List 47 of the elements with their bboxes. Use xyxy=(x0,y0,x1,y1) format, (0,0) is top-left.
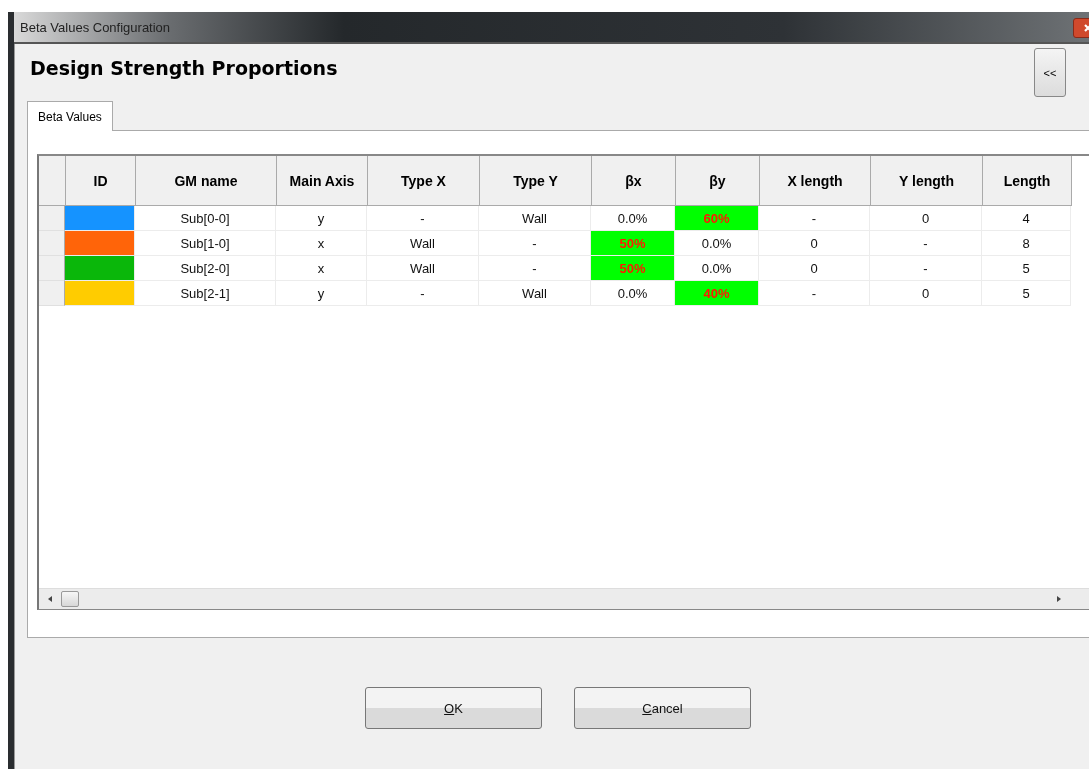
table-cell: Sub[0-0] xyxy=(135,206,276,231)
table-cell: - xyxy=(870,231,982,256)
dialog-heading: Design Strength Proportions xyxy=(30,57,339,79)
table-cell: Wall xyxy=(367,256,479,281)
column-header[interactable]: Length xyxy=(983,156,1072,206)
column-header[interactable]: ID xyxy=(66,156,136,206)
column-header[interactable]: Type Y xyxy=(480,156,592,206)
column-header[interactable]: GM name xyxy=(136,156,277,206)
column-header[interactable]: βy xyxy=(676,156,760,206)
table-cell: x xyxy=(276,256,367,281)
table-cell: - xyxy=(367,281,479,306)
table-cell: 5 xyxy=(982,281,1071,306)
column-header[interactable]: X length xyxy=(760,156,871,206)
column-header[interactable]: βx xyxy=(592,156,676,206)
table-cell: - xyxy=(759,206,870,231)
table-cell: - xyxy=(870,256,982,281)
table-cell: 5 xyxy=(982,256,1071,281)
table-cell: Wall xyxy=(367,231,479,256)
table-cell: 0 xyxy=(870,206,982,231)
table-cell: Wall xyxy=(479,206,591,231)
dialog-button[interactable]: OK xyxy=(365,687,542,729)
table-cell: 50% xyxy=(591,256,675,281)
table-cell: y xyxy=(276,206,367,231)
column-header[interactable]: Type X xyxy=(368,156,480,206)
table-cell: 0 xyxy=(759,231,870,256)
table-cell: 4 xyxy=(982,206,1071,231)
dialog-button[interactable]: Cancel xyxy=(574,687,751,729)
collapse-button[interactable]: << xyxy=(1034,48,1066,97)
table-cell: - xyxy=(759,281,870,306)
table-cell: 60% xyxy=(675,206,759,231)
window-title: Beta Values Configuration xyxy=(19,19,171,35)
table-cell: - xyxy=(367,206,479,231)
table-cell: Sub[1-0] xyxy=(135,231,276,256)
table-cell: 0 xyxy=(870,281,982,306)
table-cell: 40% xyxy=(675,281,759,306)
table-cell: Sub[2-1] xyxy=(135,281,276,306)
column-header[interactable]: Y length xyxy=(871,156,983,206)
table-cell: y xyxy=(276,281,367,306)
table-cell: 8 xyxy=(982,231,1071,256)
tab[interactable]: Beta Values xyxy=(27,101,113,131)
table-cell: x xyxy=(276,231,367,256)
table-cell: 0 xyxy=(759,256,870,281)
table-cell: Sub[2-0] xyxy=(135,256,276,281)
column-header[interactable]: Main Axis xyxy=(277,156,368,206)
table-cell: 50% xyxy=(591,231,675,256)
table-cell: Wall xyxy=(479,281,591,306)
table-cell: 0.0% xyxy=(675,231,759,256)
